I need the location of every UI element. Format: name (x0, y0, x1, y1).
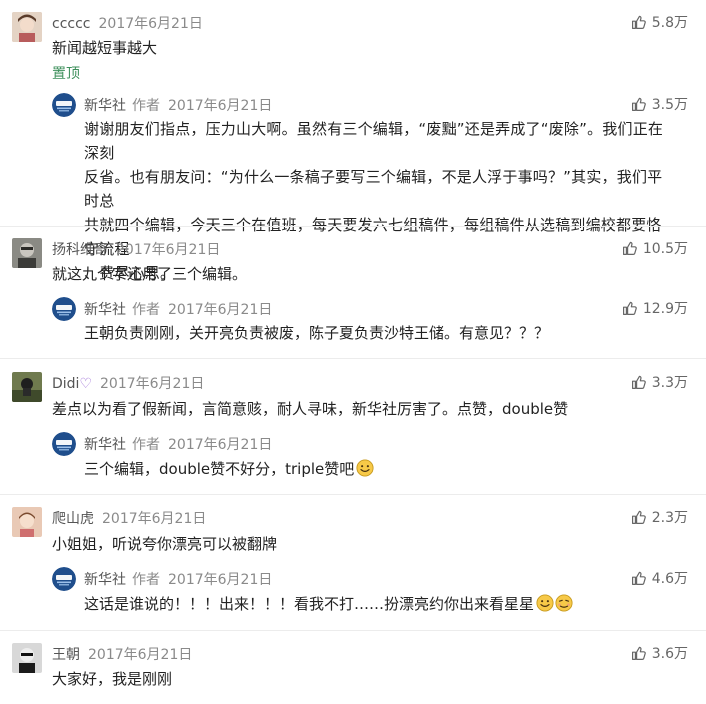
reply-header: 新华社 作者 2017年6月21日 (84, 434, 272, 454)
author-badge: 作者 (132, 572, 160, 588)
thumbs-up-icon (631, 645, 647, 661)
like-button[interactable]: 4.6万 (631, 568, 688, 588)
reply-text-line: 谢谢朋友们指点，压力山大啊。虽然有三个编辑，“废黜”还是弄成了“废除”。我们正在… (84, 120, 664, 162)
thumbs-up-icon (631, 96, 647, 112)
smiling-face-icon (536, 594, 554, 612)
like-count: 12.9万 (642, 301, 688, 317)
xinhua-logo-icon (52, 432, 76, 456)
comment-text: 就这九个字还用了三个编辑。 (52, 265, 248, 283)
comment-header: ccccc 2017年6月21日 (52, 13, 203, 33)
like-count: 5.8万 (651, 15, 688, 31)
divider (0, 630, 706, 631)
author-badge: 作者 (132, 98, 160, 114)
like-count: 3.5万 (651, 97, 688, 113)
thumbs-up-icon (622, 300, 638, 316)
avatar[interactable] (52, 297, 76, 321)
reply-text: 谢谢朋友们指点，压力山大啊。虽然有三个编辑，“废黜”还是弄成了“废除”。我们正在… (84, 117, 676, 285)
reply-header: 新华社 作者 2017年6月21日 (84, 299, 272, 319)
reply-text-content: 这话是谁说的！！！出来！！！看我不打……扮漂亮约你出来看星星 (84, 595, 535, 613)
reply-date: 2017年6月21日 (168, 572, 273, 588)
divider (0, 358, 706, 359)
like-button[interactable]: 10.5万 (622, 238, 688, 258)
like-button[interactable]: 3.5万 (631, 94, 688, 114)
comment-header: 爬山虎 2017年6月21日 (52, 508, 206, 528)
like-count: 3.6万 (651, 646, 688, 662)
avatar[interactable] (52, 567, 76, 591)
reply-text: 三个编辑，double赞不好分，triple赞吧 (84, 457, 374, 481)
like-button[interactable]: 3.6万 (631, 643, 688, 663)
comment-text: 大家好，我是刚刚 (52, 670, 173, 688)
reply-text-line: 反省。也有朋友问：“为什么一条稿子要写三个编辑，不是人浮于事吗？”其实，我们平时… (84, 168, 663, 210)
avatar[interactable] (12, 12, 42, 42)
like-count: 3.3万 (651, 375, 688, 391)
comment-date: 2017年6月21日 (100, 376, 205, 392)
xinhua-logo-icon (52, 297, 76, 321)
username[interactable]: 新华社 (84, 437, 126, 453)
reply-text: 王朝负责刚刚，关开亮负责被废，陈子夏负责沙特王储。有意见？？？ (84, 324, 550, 342)
xinhua-logo-icon (52, 567, 76, 591)
reply-header: 新华社 作者 2017年6月21日 (84, 569, 272, 589)
reply-header: 新华社 作者 2017年6月21日 (84, 95, 272, 115)
reply-date: 2017年6月21日 (168, 437, 273, 453)
thumbs-up-icon (631, 374, 647, 390)
comment-header: 扬科维奇 2017年6月21日 (52, 239, 220, 259)
comment-text: 差点以为看了假新闻，言简意赅，耐人寻味，新华社厉害了。点赞，double赞 (52, 400, 569, 418)
avatar[interactable] (12, 507, 42, 537)
comment-header: 王朝 2017年6月21日 (52, 644, 192, 664)
comment-date: 2017年6月21日 (102, 511, 207, 527)
comment-text: 小姐姐，听说夸你漂亮可以被翻牌 (52, 535, 278, 553)
like-button[interactable]: 2.3万 (631, 507, 688, 527)
pinned-label: 置顶 (52, 66, 80, 82)
avatar[interactable] (52, 93, 76, 117)
thumbs-up-icon (631, 509, 647, 525)
reply-date: 2017年6月21日 (168, 302, 273, 318)
like-button[interactable]: 5.8万 (631, 12, 688, 32)
like-button[interactable]: 3.3万 (631, 372, 688, 392)
author-badge: 作者 (132, 437, 160, 453)
like-button[interactable]: 12.9万 (622, 298, 688, 318)
smiling-face-icon (356, 459, 374, 477)
user-badge-heart-icon: ♡ (79, 376, 93, 392)
like-count: 2.3万 (651, 510, 688, 526)
like-count: 10.5万 (642, 241, 688, 257)
username[interactable]: 新华社 (84, 98, 126, 114)
xinhua-logo-icon (52, 93, 76, 117)
comment-date: 2017年6月21日 (88, 647, 193, 663)
author-badge: 作者 (132, 302, 160, 318)
reply-date: 2017年6月21日 (168, 98, 273, 114)
username[interactable]: Didi (52, 376, 79, 392)
divider (0, 226, 706, 227)
username[interactable]: 新华社 (84, 302, 126, 318)
username[interactable]: 王朝 (52, 647, 80, 663)
username[interactable]: ccccc (52, 16, 91, 32)
avatar[interactable] (12, 372, 42, 402)
grinning-face-icon (555, 594, 573, 612)
thumbs-up-icon (622, 240, 638, 256)
username[interactable]: 扬科维奇 (52, 242, 108, 258)
thumbs-up-icon (631, 570, 647, 586)
comment-date: 2017年6月21日 (98, 16, 203, 32)
reply-text-content: 三个编辑，double赞不好分，triple赞吧 (84, 460, 355, 478)
divider (0, 494, 706, 495)
avatar[interactable] (52, 432, 76, 456)
reply-text: 这话是谁说的！！！出来！！！看我不打……扮漂亮约你出来看星星 (84, 592, 573, 616)
like-count: 4.6万 (651, 571, 688, 587)
comment-date: 2017年6月21日 (116, 242, 221, 258)
username[interactable]: 爬山虎 (52, 511, 94, 527)
thumbs-up-icon (631, 14, 647, 30)
avatar[interactable] (12, 238, 42, 268)
comment-header: Didi♡ 2017年6月21日 (52, 373, 204, 393)
avatar[interactable] (12, 643, 42, 673)
username[interactable]: 新华社 (84, 572, 126, 588)
comment-text: 新闻越短事越大 (52, 39, 158, 57)
